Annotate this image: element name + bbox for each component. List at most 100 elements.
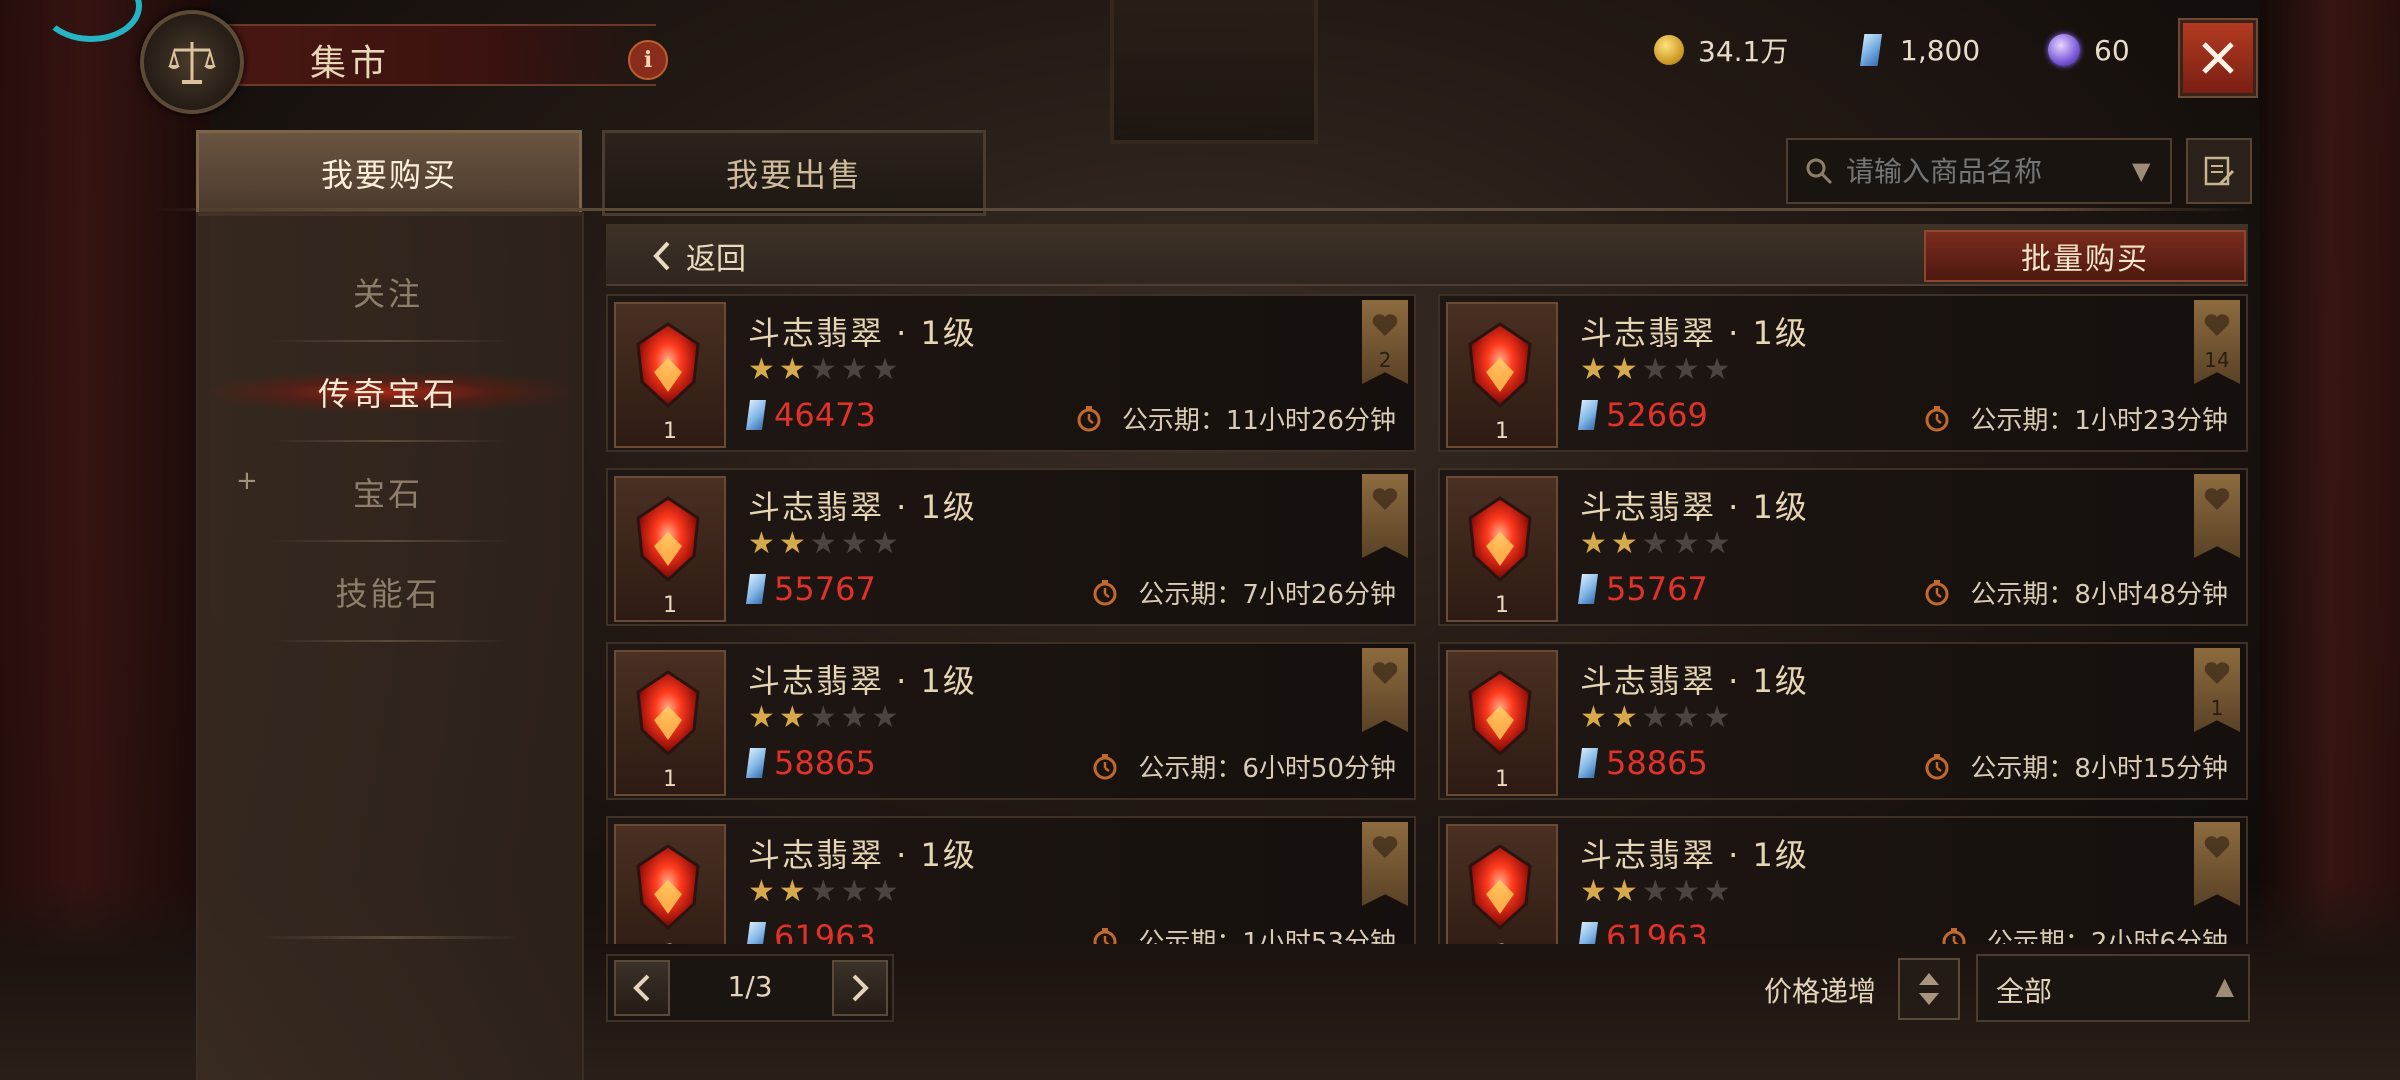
item-card[interactable]: 1斗志翡翠 · 1级★★★★★61963公示期：1小时53分钟 <box>606 816 1416 944</box>
tab-buy[interactable]: 我要购买 <box>196 130 582 216</box>
item-name: 斗志翡翠 · 1级 <box>748 488 977 526</box>
star-icon: ★ <box>809 700 841 735</box>
item-quantity: 1 <box>616 941 724 944</box>
item-card[interactable]: 1 斗志翡翠 · 1级 ★★★★★ 46473 公示期： 11小时26分钟 2 <box>606 294 1416 452</box>
next-page-button[interactable] <box>832 960 888 1016</box>
star-icon: ★ <box>809 526 841 561</box>
star-icon: ★ <box>840 700 872 735</box>
item-card[interactable]: 1 斗志翡翠 · 1级 ★★★★★ 58865 公示期： 6小时50分钟 <box>606 642 1416 800</box>
chevron-left-icon <box>653 241 670 271</box>
star-icon: ★ <box>840 352 872 387</box>
search-input[interactable] <box>1844 153 2128 189</box>
item-card[interactable]: 1 斗志翡翠 · 1级 ★★★★★ 55767 公示期： 8小时48分钟 <box>1438 468 2248 626</box>
sidebar-item-skill-stones[interactable]: 技能石 <box>238 542 538 642</box>
star-icon: ★ <box>840 874 872 909</box>
price-value: 46473 <box>774 396 876 434</box>
timer-value: 7小时26分钟 <box>1242 580 1396 610</box>
star-icon: ★ <box>809 352 841 387</box>
heart-icon <box>2204 836 2230 858</box>
favorite-button[interactable] <box>2194 474 2240 558</box>
timer-value: 6小时50分钟 <box>1242 754 1396 784</box>
sidebar-item-follow[interactable]: 关注 <box>238 242 538 342</box>
gold-coin-icon <box>1654 35 1684 65</box>
clock-icon <box>1093 927 1117 944</box>
gem-icon <box>636 322 700 408</box>
star-icon: ★ <box>778 526 810 561</box>
clock-icon <box>1093 579 1117 605</box>
tab-sell[interactable]: 我要出售 <box>602 130 986 216</box>
back-button[interactable]: 返回 <box>650 234 746 278</box>
item-card[interactable]: 1 斗志翡翠 · 1级 ★★★★★ 55767 公示期： 7小时26分钟 <box>606 468 1416 626</box>
item-card[interactable]: 1 斗志翡翠 · 1级 ★★★★★ 52669 公示期： 1小时23分钟 14 <box>1438 294 2248 452</box>
star-icon: ★ <box>1580 700 1611 735</box>
sidebar-item-gems[interactable]: 宝石 <box>238 442 538 542</box>
star-icon: ★ <box>1641 874 1673 909</box>
search-dropdown-icon[interactable]: ▼ <box>2132 157 2150 185</box>
item-card[interactable]: 1 斗志翡翠 · 1级 ★★★★★ 58865 公示期： 8小时15分钟 1 <box>1438 642 2248 800</box>
sidebar-separator <box>268 640 508 642</box>
sidebar-item-label: 宝石 <box>352 475 423 513</box>
favorite-button[interactable]: 2 <box>1362 300 1408 384</box>
star-icon: ★ <box>871 526 903 561</box>
item-card[interactable]: 1斗志翡翠 · 1级★★★★★61963公示期：2小时6分钟 <box>1438 816 2248 944</box>
bulk-buy-button[interactable]: 批量购买 <box>1924 230 2246 282</box>
item-star-rating: ★★★★★ <box>1580 874 1735 909</box>
item-price: 61963 <box>1578 918 1708 944</box>
gem-icon <box>1468 322 1532 408</box>
sidebar-item-legendary-gems[interactable]: 传奇宝石 <box>208 342 568 442</box>
item-timer: 公示期： 8小时15分钟 <box>1924 748 2228 785</box>
search-icon <box>1806 158 1833 185</box>
favorite-button[interactable]: 14 <box>2194 300 2240 384</box>
star-icon: ★ <box>1610 874 1642 909</box>
item-name: 斗志翡翠 · 1级 <box>1580 836 1809 874</box>
timer-value: 1小时23分钟 <box>2074 406 2228 436</box>
favorite-button[interactable] <box>1362 822 1408 906</box>
gem-icon <box>636 496 700 582</box>
timer-value: 8小时15分钟 <box>2074 754 2228 784</box>
item-name: 斗志翡翠 · 1级 <box>748 836 977 874</box>
history-button[interactable] <box>2186 138 2252 204</box>
item-quantity: 1 <box>1495 593 1509 618</box>
timer-label: 公示期： <box>1138 580 1243 610</box>
favorite-count: 2 <box>1378 348 1392 372</box>
item-timer: 公示期： 1小时23分钟 <box>1924 400 2228 437</box>
timer-label: 公示期： <box>1986 928 2091 944</box>
timer-value: 8小时48分钟 <box>2074 580 2228 610</box>
favorite-count: 14 <box>2204 348 2230 372</box>
item-timer: 公示期： 2小时6分钟 <box>1941 922 2228 944</box>
star-icon: ★ <box>1672 874 1704 909</box>
favorite-button[interactable] <box>1362 648 1408 732</box>
favorite-button[interactable]: 1 <box>2194 648 2240 732</box>
status-ring-icon <box>40 0 142 42</box>
item-thumbnail: 1 <box>1446 302 1558 448</box>
timer-value: 11小时26分钟 <box>1225 406 1396 436</box>
heart-icon <box>2204 314 2230 336</box>
crystal-icon <box>1578 748 1598 778</box>
star-icon: ★ <box>1580 874 1611 909</box>
star-icon: ★ <box>871 874 903 909</box>
crystal-icon <box>1860 34 1882 66</box>
info-icon[interactable]: i <box>628 40 668 80</box>
heart-icon <box>2204 488 2230 510</box>
price-value: 52669 <box>1606 396 1708 434</box>
search-box[interactable]: ▼ <box>1786 138 2172 204</box>
close-button[interactable] <box>2178 18 2258 98</box>
gem-icon <box>636 670 700 756</box>
sort-toggle-button[interactable] <box>1898 958 1960 1020</box>
favorite-button[interactable] <box>2194 822 2240 906</box>
star-icon: ★ <box>840 526 872 561</box>
star-icon: ★ <box>748 874 779 909</box>
star-icon: ★ <box>1703 874 1735 909</box>
favorite-button[interactable] <box>1362 474 1408 558</box>
item-quantity: 1 <box>663 593 677 618</box>
item-timer: 公示期： 8小时48分钟 <box>1924 574 2228 611</box>
price-value: 55767 <box>774 570 876 608</box>
orb-amount: 60 <box>2094 33 2130 67</box>
star-icon: ★ <box>871 700 903 735</box>
expand-icon[interactable]: + <box>236 466 258 496</box>
rarity-filter-select[interactable]: 全部 ▲ <box>1976 954 2250 1022</box>
timer-label: 公示期： <box>1138 754 1243 784</box>
back-label: 返回 <box>686 242 746 277</box>
item-timer: 公示期： 7小时26分钟 <box>1092 574 1396 611</box>
item-name: 斗志翡翠 · 1级 <box>1580 314 1809 352</box>
